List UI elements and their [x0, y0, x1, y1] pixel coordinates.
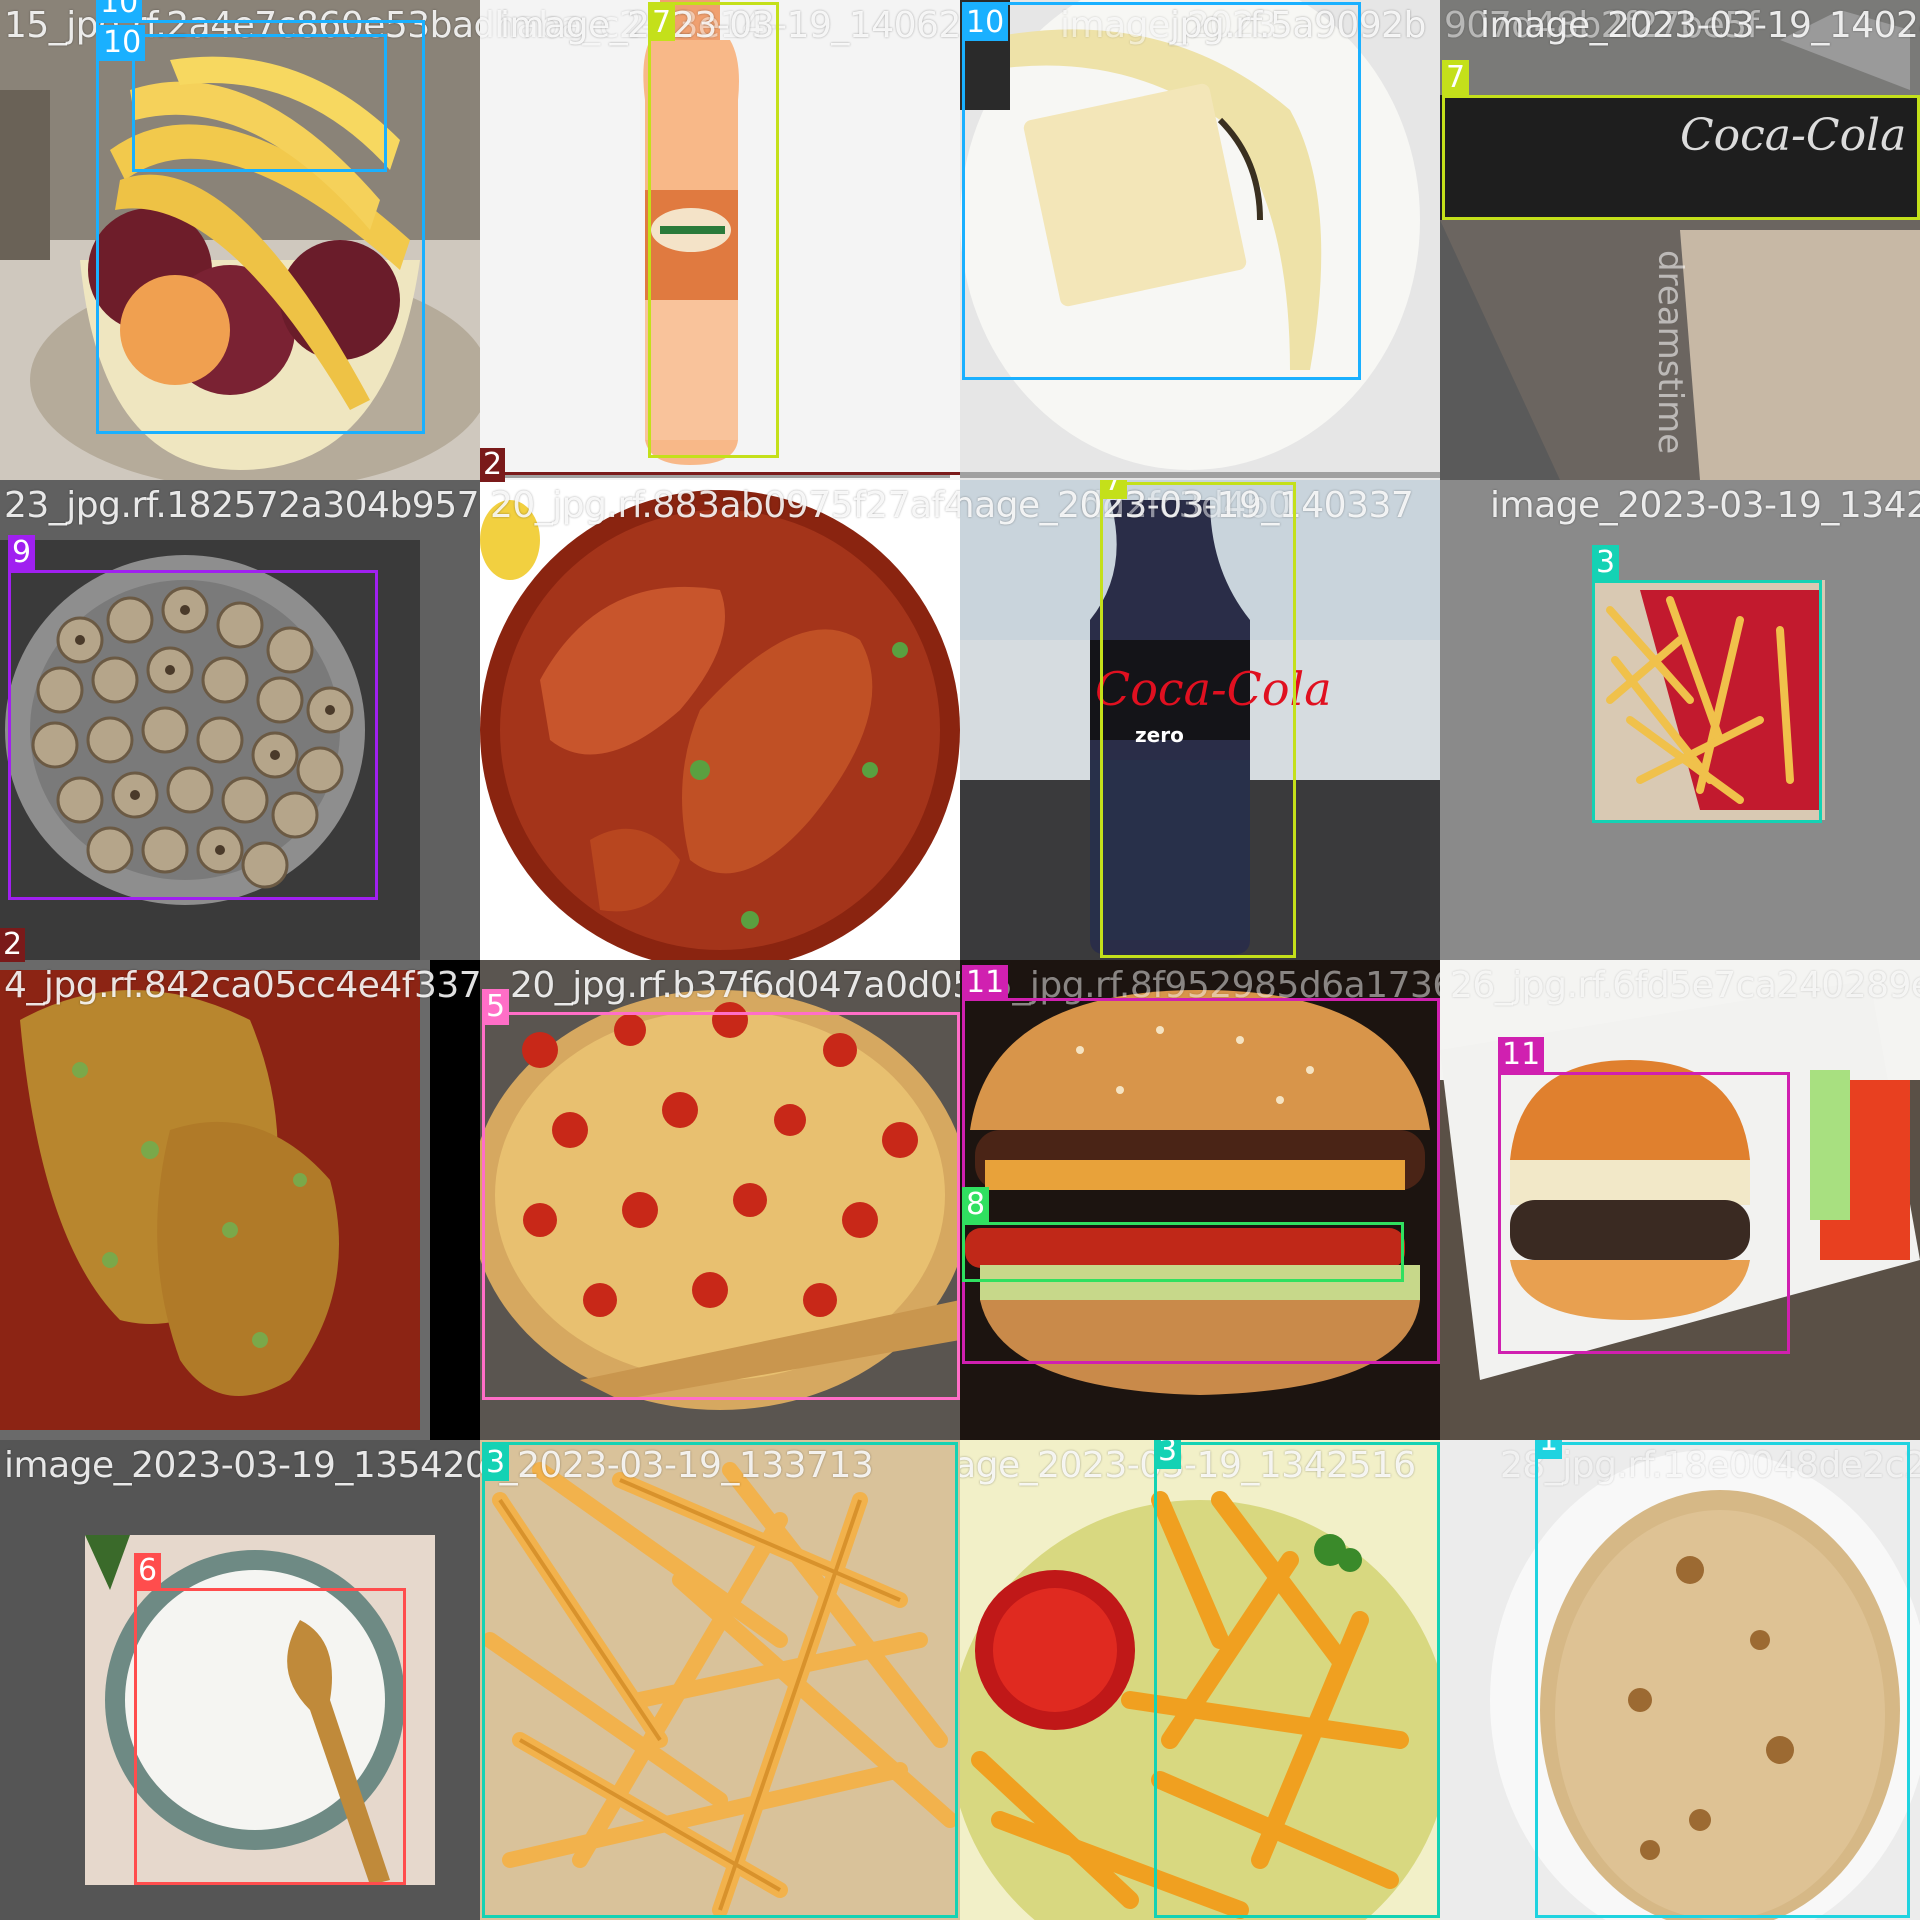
tile-bananas-apples: 15_jpg.rf.2a4e7c860e53bac8 10 10 — [0, 0, 480, 480]
tile-burger-plate: 26_jpg.rf.6fd5e7ca240289e04f4 11 — [1440, 960, 1920, 1440]
class-label: 7 — [1442, 60, 1470, 96]
tile-fries-closeup: image_2023-03-19_133713 3 — [480, 1440, 960, 1920]
detection-box: 5 — [482, 989, 960, 1400]
class-label: 10 — [99, 25, 146, 61]
detection-box: 10 — [99, 25, 387, 172]
class-label: 3 — [1592, 545, 1620, 581]
tile-chicken-curry: 20_jpg.rf.883ab0975f27af4b469 — [480, 480, 960, 960]
detection-box: 3 — [1154, 1440, 1440, 1918]
detection-box: 3 — [1592, 545, 1822, 823]
detection-box: 10 — [962, 2, 1361, 380]
tile-filename: image_2023-03-19_1354206 — [4, 1445, 480, 1486]
chicken-curry-photo — [480, 480, 960, 960]
detection-box: 9 — [8, 535, 378, 900]
tile-vada: 23_jpg.rf.182572a304b957b 9 — [0, 480, 480, 960]
class-label: 9 — [8, 535, 36, 571]
detection-box: 3 — [482, 1442, 958, 1918]
tile-fries-ketchup: image_2023-03-19_1342516 3 — [960, 1440, 1440, 1920]
class-label: 3 — [1154, 1440, 1182, 1469]
tile-curry-pot: 4_jpg.rf.842ca05cc4e4f337a2 — [0, 960, 480, 1440]
detection-box: 7 — [1100, 480, 1296, 958]
class-label-edge: 2 — [0, 928, 26, 962]
detection-box: 6 — [134, 1553, 406, 1885]
tile-fries-basket: image_2023-03-19_1342317 3 — [1440, 480, 1920, 960]
class-label: 1 — [1535, 1440, 1563, 1459]
tile-rice-bowl: image_2023-03-19_1354206 6 — [0, 1440, 480, 1920]
class-label-edge: 2 — [480, 448, 506, 482]
tile-filename: 20_jpg.rf.b37f6d047a0d05ae8 — [510, 965, 960, 1006]
class-label: 10 — [96, 0, 143, 21]
watermark: dreamstime — [1650, 250, 1690, 455]
tile-filename: image_2023-03-19_1342317 — [1490, 485, 1920, 526]
tile-filename: 4_jpg.rf.842ca05cc4e4f337a2 — [4, 965, 480, 1006]
tile-filename-overlap: image_2023-03-19_1402446 — [1480, 5, 1920, 46]
curry-pot-photo — [0, 960, 480, 1440]
tile-coke-zero: Coca-Cola zero dd2fc3d4b0 image_2023-03-… — [960, 480, 1440, 960]
class-label: 11 — [1498, 1037, 1545, 1073]
tile-banana-plate: image_2023- jpg.rf.5a9092b 10 — [960, 0, 1440, 480]
class-label: 7 — [1100, 480, 1128, 499]
class-label: 3 — [482, 1445, 510, 1481]
tile-chapati: 28_jpg.rf.18e0048de2c2e 1 — [1440, 1440, 1920, 1920]
detection-box: 11 — [1498, 1037, 1790, 1354]
tile-coke-glass-bottle: Coca-Cola 907d48b2f27be5f image_2023-03-… — [1440, 0, 1920, 480]
class-label: 6 — [134, 1553, 162, 1589]
detection-box: 1 — [1535, 1440, 1910, 1918]
tile-pizza: 20_jpg.rf.b37f6d047a0d05ae8 5 — [480, 960, 960, 1440]
class-label: 11 — [962, 965, 1009, 1001]
detection-mosaic: 15_jpg.rf.2a4e7c860e53bac8 10 10 dhaba_c… — [0, 0, 1920, 1920]
class-label: 7 — [648, 5, 676, 41]
tile-filename: 20_jpg.rf.883ab0975f27af4b469 — [490, 485, 960, 526]
detection-box: 8 — [962, 1187, 1404, 1282]
detection-box-edge — [504, 472, 960, 475]
class-label: 10 — [962, 5, 1009, 41]
class-label: 8 — [962, 1187, 990, 1223]
detection-box: 7 — [648, 2, 779, 458]
tile-burger-dark: 5_jpg.rf.8f952985d6a17367 11 8 — [960, 960, 1440, 1440]
class-label: 5 — [482, 989, 510, 1025]
detection-box: 7 — [1442, 60, 1920, 220]
tile-filename: 26_jpg.rf.6fd5e7ca240289e04f4 — [1450, 965, 1920, 1006]
tile-filename: 23_jpg.rf.182572a304b957b — [4, 485, 480, 526]
tile-mirinda-bottle: dhaba_c2-e3e14- image_2023-03-19_1406282… — [480, 0, 960, 480]
detection-box: 11 — [962, 965, 1440, 1364]
